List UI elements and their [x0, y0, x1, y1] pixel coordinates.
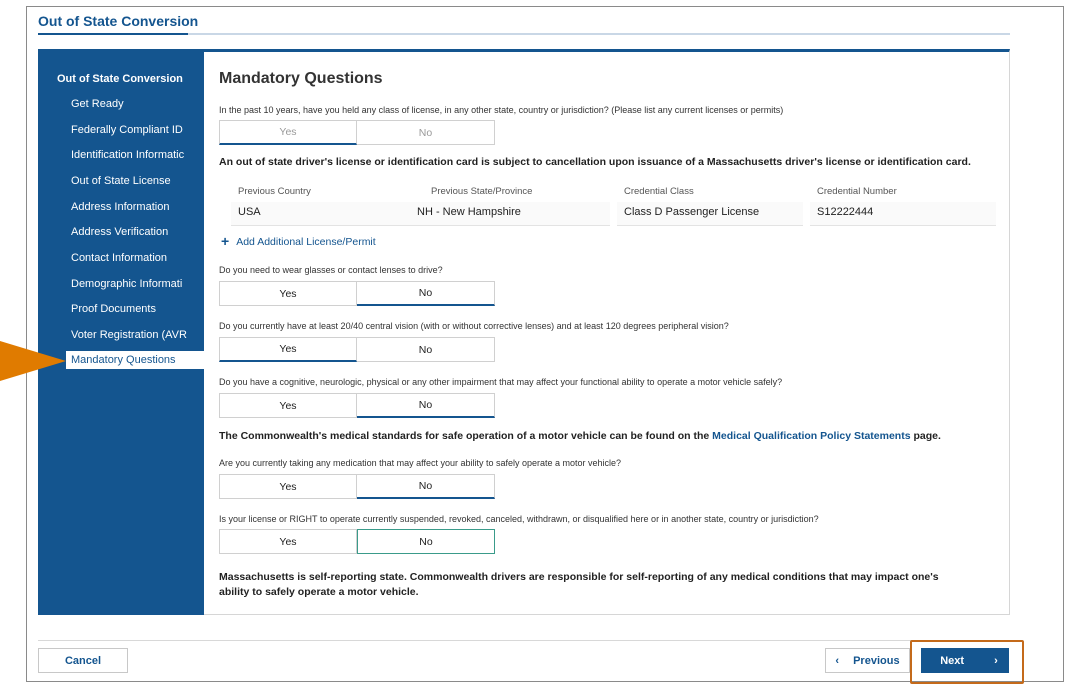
impairment-no-option[interactable]: No: [357, 393, 495, 418]
sidebar-item-voter-registration[interactable]: Voter Registration (AVR: [71, 329, 199, 341]
suspension-no-option[interactable]: No: [357, 529, 495, 554]
prior-license-no-option[interactable]: No: [357, 120, 495, 145]
sidebar-item-get-ready[interactable]: Get Ready: [71, 98, 199, 110]
credential-header-class: Credential Class: [624, 186, 694, 197]
credential-header-country: Previous Country: [238, 186, 311, 197]
medical-note-suffix: page.: [910, 430, 941, 442]
impairment-toggle: Yes No: [219, 393, 496, 418]
cancellation-notice: An out of state driver's license or iden…: [219, 156, 971, 168]
sidebar-heading: Out of State Conversion: [57, 73, 183, 85]
previous-label: Previous: [853, 654, 900, 667]
vision-no-option[interactable]: No: [357, 337, 495, 362]
credential-class-value: Class D Passenger License: [617, 202, 803, 226]
glasses-toggle: Yes No: [219, 281, 496, 306]
page-title: Out of State Conversion: [38, 13, 199, 29]
sidebar-item-proof-documents[interactable]: Proof Documents: [71, 303, 199, 315]
question-suspension: Is your license or RIGHT to operate curr…: [219, 514, 819, 524]
sidebar-item-demographic-information[interactable]: Demographic Informati: [71, 278, 199, 290]
glasses-yes-option[interactable]: Yes: [219, 281, 357, 306]
credential-state-value: NH - New Hampshire: [410, 202, 610, 226]
self-reporting-note-line1: Massachusetts is self-reporting state. C…: [219, 571, 939, 583]
medical-policy-link[interactable]: Medical Qualification Policy Statements: [712, 430, 910, 442]
question-medication: Are you currently taking any medication …: [219, 458, 622, 468]
sidebar-item-identification-information[interactable]: Identification Informatic: [71, 149, 199, 161]
previous-button[interactable]: ‹ Previous: [825, 648, 910, 673]
plus-icon: +: [221, 233, 230, 249]
credential-country-value: USA: [231, 202, 418, 226]
suspension-yes-option[interactable]: Yes: [219, 529, 357, 554]
medical-note-text: The Commonwealth's medical standards for…: [219, 430, 713, 442]
suspension-toggle: Yes No: [219, 529, 496, 554]
glasses-no-option[interactable]: No: [357, 281, 495, 306]
vision-yes-option[interactable]: Yes: [219, 337, 357, 362]
sidebar-item-mandatory-questions[interactable]: Mandatory Questions: [66, 351, 206, 369]
add-license-link[interactable]: + Add Additional License/Permit: [221, 233, 376, 249]
credential-number-value: S12222444: [810, 202, 996, 226]
question-vision: Do you currently have at least 20/40 cen…: [219, 321, 729, 331]
medication-no-option[interactable]: No: [357, 474, 495, 499]
self-reporting-note-line2: ability to safely operate a motor vehicl…: [219, 586, 419, 598]
cancel-button[interactable]: Cancel: [38, 648, 128, 673]
title-divider: [38, 33, 1010, 35]
sidebar-item-address-verification[interactable]: Address Verification: [71, 226, 199, 238]
sidebar-item-out-of-state-license[interactable]: Out of State License: [71, 175, 199, 187]
next-label: Next: [940, 654, 965, 667]
footer-divider: [38, 640, 1010, 641]
orange-pointer-arrow-icon: [0, 341, 66, 381]
chevron-left-icon: ‹: [835, 654, 840, 667]
application-frame: Out of State Conversion Out of State Con…: [0, 0, 1073, 685]
section-title: Mandatory Questions: [219, 70, 383, 87]
prior-license-yes-option[interactable]: Yes: [219, 120, 357, 145]
sidebar-item-address-information[interactable]: Address Information: [71, 201, 199, 213]
medication-yes-option[interactable]: Yes: [219, 474, 357, 499]
question-impairment: Do you have a cognitive, neurologic, phy…: [219, 377, 783, 387]
medical-standards-note: The Commonwealth's medical standards for…: [219, 430, 941, 442]
credential-header-state: Previous State/Province: [431, 186, 533, 197]
medication-toggle: Yes No: [219, 474, 496, 499]
sidebar-item-federally-compliant-id[interactable]: Federally Compliant ID: [71, 124, 199, 136]
prior-license-toggle: Yes No: [219, 120, 496, 145]
chevron-right-icon: ›: [994, 654, 998, 667]
sidebar-nav: Out of State Conversion Get Ready Federa…: [38, 49, 206, 615]
credential-header-number: Credential Number: [817, 186, 897, 197]
next-button[interactable]: Next ›: [921, 648, 1009, 673]
vision-toggle: Yes No: [219, 337, 496, 362]
question-glasses: Do you need to wear glasses or contact l…: [219, 265, 443, 275]
sidebar-item-contact-information[interactable]: Contact Information: [71, 252, 199, 264]
impairment-yes-option[interactable]: Yes: [219, 393, 357, 418]
add-license-label: Add Additional License/Permit: [236, 236, 376, 248]
question-prior-license: In the past 10 years, have you held any …: [219, 105, 784, 115]
